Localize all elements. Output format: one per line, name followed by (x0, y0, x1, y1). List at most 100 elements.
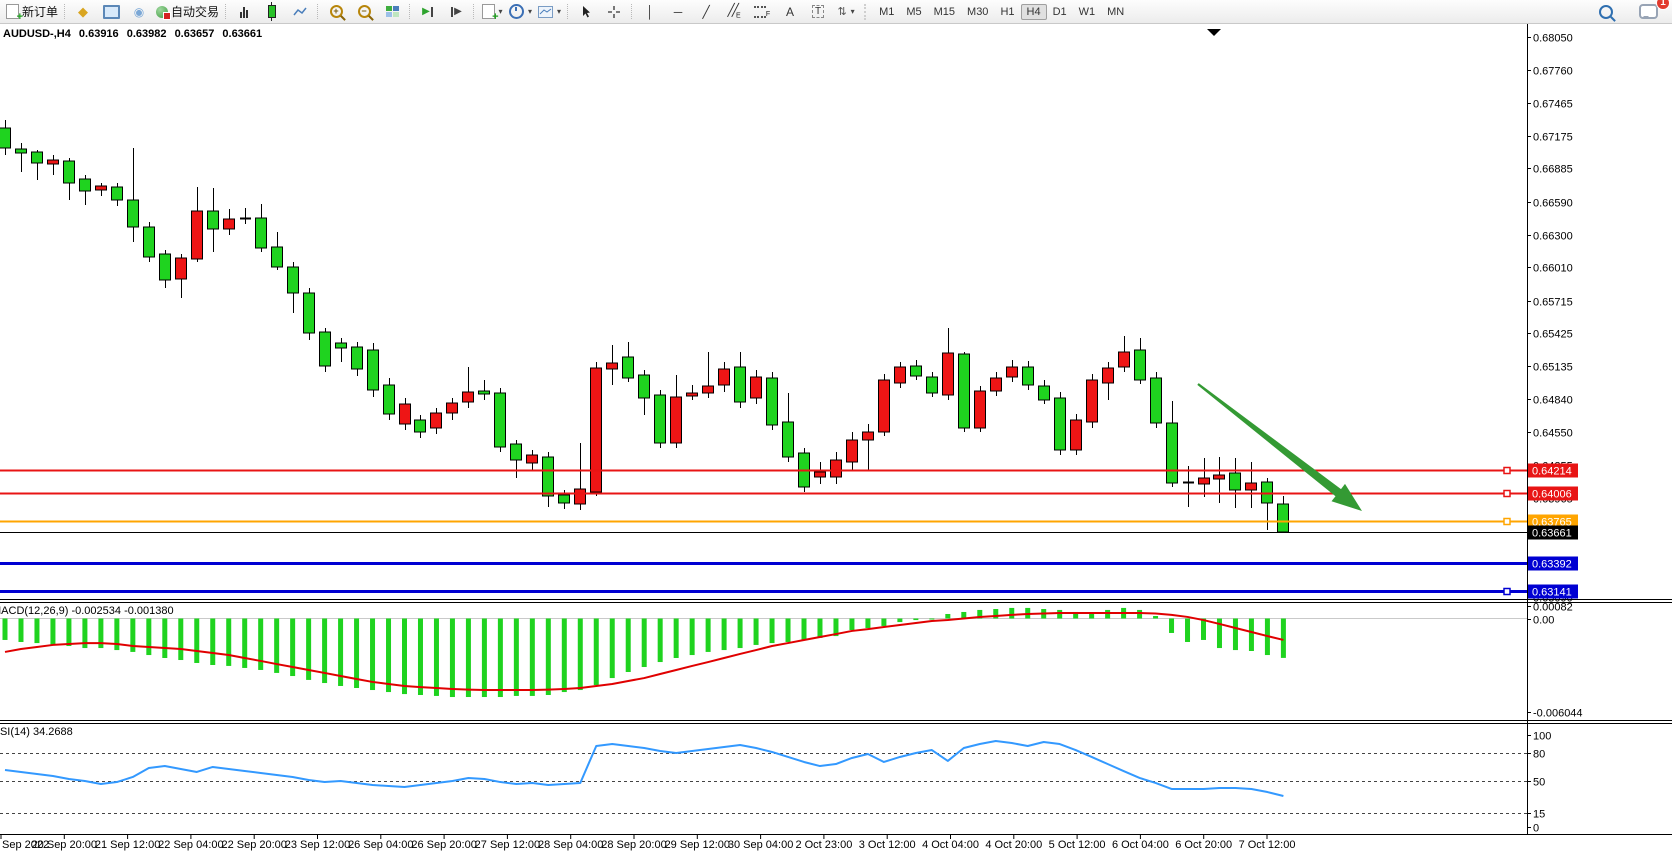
svg-text:30 Sep 04:00: 30 Sep 04:00 (728, 839, 793, 851)
svg-text:3 Oct 12:00: 3 Oct 12:00 (859, 839, 916, 851)
chat-icon (1639, 4, 1658, 19)
svg-text:0.63392: 0.63392 (1532, 559, 1572, 571)
fibonacci-icon: F (754, 6, 770, 18)
new-order-icon: + (6, 4, 19, 19)
zoom-out-icon: − (358, 5, 371, 18)
auto-scroll-button[interactable]: ▶ (414, 2, 442, 22)
line-handle[interactable] (1504, 491, 1510, 497)
templates-button[interactable]: ▾ (535, 2, 564, 22)
svg-text:6 Oct 20:00: 6 Oct 20:00 (1175, 839, 1232, 851)
periods-button[interactable]: ▾ (506, 2, 535, 22)
indicator-axis-labels: 0.000820.00-0.0060441008050150 (1527, 602, 1583, 835)
svg-text:26 Sep 20:00: 26 Sep 20:00 (411, 839, 476, 851)
zoom-in-button[interactable]: + (322, 2, 350, 22)
svg-text:0.66300: 0.66300 (1533, 231, 1573, 243)
line-chart-button[interactable] (286, 2, 314, 22)
svg-text:0.64006: 0.64006 (1532, 489, 1572, 501)
svg-text:22 Sep 20:00: 22 Sep 20:00 (221, 839, 286, 851)
timeframe-H4[interactable]: H4 (1021, 4, 1047, 20)
svg-text:22 Sep 04:00: 22 Sep 04:00 (158, 839, 223, 851)
svg-text:0.67175: 0.67175 (1533, 132, 1573, 144)
timeframe-M5[interactable]: M5 (900, 4, 927, 20)
svg-text:0.67760: 0.67760 (1533, 66, 1573, 78)
notifications-button[interactable]: 1 (1634, 2, 1662, 22)
svg-text:4 Oct 20:00: 4 Oct 20:00 (985, 839, 1042, 851)
new-order-button[interactable]: +新订单 (3, 2, 61, 22)
svg-text:21 Sep 12:00: 21 Sep 12:00 (95, 839, 160, 851)
bar-chart-button[interactable] (230, 2, 258, 22)
toolbar-separator (473, 4, 475, 19)
arrows-button[interactable]: ⇅▾ (832, 2, 860, 22)
crosshair-button[interactable] (600, 2, 628, 22)
trendline-button[interactable]: ╱ (692, 2, 720, 22)
svg-text:0.66885: 0.66885 (1533, 164, 1573, 176)
ohlc-close: 0.63661 (222, 28, 262, 40)
zoom-out-button[interactable]: − (350, 2, 378, 22)
svg-text:23 Sep 12:00: 23 Sep 12:00 (285, 839, 350, 851)
rsi-level-lines (0, 754, 1527, 814)
line-handle[interactable] (1504, 468, 1510, 474)
candlestick-button[interactable] (258, 2, 286, 22)
line-handle[interactable] (1504, 589, 1510, 595)
svg-text:0.66590: 0.66590 (1533, 198, 1573, 210)
svg-text:80: 80 (1533, 749, 1545, 761)
hline-button[interactable]: ─ (664, 2, 692, 22)
svg-text:0.00082: 0.00082 (1533, 602, 1573, 614)
candlestick-icon (268, 5, 276, 18)
bar-chart-icon (240, 6, 248, 18)
templates-icon (538, 6, 553, 18)
svg-text:0.64840: 0.64840 (1533, 395, 1573, 407)
timeframe-MN[interactable]: MN (1101, 4, 1130, 20)
autotrade-button[interactable]: 自动交易 (153, 2, 222, 22)
timeframe-M1[interactable]: M1 (873, 4, 900, 20)
search-button[interactable] (1592, 2, 1620, 22)
indicators-icon: + (482, 4, 495, 19)
timeframe-W1[interactable]: W1 (1073, 4, 1102, 20)
charts-button[interactable] (97, 2, 125, 22)
svg-text:0.68050: 0.68050 (1533, 33, 1573, 45)
macd-indicator-label: MACD(12,26,9) -0.002534 -0.001380 (0, 605, 174, 617)
zoom-in-icon: + (330, 5, 343, 18)
toolbar-grip (864, 4, 869, 20)
vline-button[interactable]: │ (636, 2, 664, 22)
timeframe-H1[interactable]: H1 (994, 4, 1020, 20)
crosshair-icon (607, 5, 621, 19)
signals-button[interactable]: ◉ (125, 2, 153, 22)
channel-icon: ╱╱E (728, 3, 741, 19)
tile-windows-icon (386, 6, 399, 17)
chart-canvas[interactable]: 0.680500.677600.674650.671750.668850.665… (0, 0, 1672, 853)
svg-text:0: 0 (1533, 823, 1539, 835)
cursor-button[interactable] (572, 2, 600, 22)
market-icon: ◆ (78, 4, 88, 20)
timeframe-D1[interactable]: D1 (1047, 4, 1073, 20)
price-level-lines[interactable]: 0.642140.640060.637650.633920.63141 (0, 464, 1578, 599)
chart-shift-button[interactable]: ▶ (442, 2, 470, 22)
svg-text:0.63661: 0.63661 (1532, 528, 1572, 540)
timeframe-M15[interactable]: M15 (928, 4, 961, 20)
indicators-button[interactable]: +▾ (478, 2, 506, 22)
toolbar-separator (409, 4, 411, 19)
charts-icon (103, 5, 120, 19)
timeframe-M30[interactable]: M30 (961, 4, 994, 20)
svg-text:-0.006044: -0.006044 (1533, 708, 1583, 720)
periods-icon (509, 4, 524, 19)
toolbar-separator (317, 4, 319, 19)
trend-arrow[interactable] (1197, 383, 1362, 511)
text-button[interactable]: A (776, 2, 804, 22)
symbol-ohlc-line: AUDUSD-,H4 0.63916 0.63982 0.63657 0.636… (3, 28, 267, 40)
fibonacci-button[interactable]: F (748, 2, 776, 22)
ohlc-high: 0.63982 (127, 28, 167, 40)
signals-icon: ◉ (134, 5, 144, 19)
timeframe-toolbar: M1M5M15M30H1H4D1W1MN (873, 4, 1130, 20)
channel-button[interactable]: ╱╱E (720, 2, 748, 22)
market-button[interactable]: ◆ (69, 2, 97, 22)
toolbar-icon-buttons: +新订单◆◉自动交易+−▶▶+▾▾▾│─╱╱╱EFAT⇅▾ (3, 2, 860, 22)
svg-text:0.65135: 0.65135 (1533, 362, 1573, 374)
line-handle[interactable] (1504, 519, 1510, 525)
svg-text:4 Oct 04:00: 4 Oct 04:00 (922, 839, 979, 851)
rsi-line (5, 741, 1283, 796)
chart-shift-marker[interactable] (1207, 29, 1221, 36)
tile-windows-button[interactable] (378, 2, 406, 22)
horizontal-line-icon: ─ (674, 5, 683, 19)
text-label-button[interactable]: T (804, 2, 832, 22)
